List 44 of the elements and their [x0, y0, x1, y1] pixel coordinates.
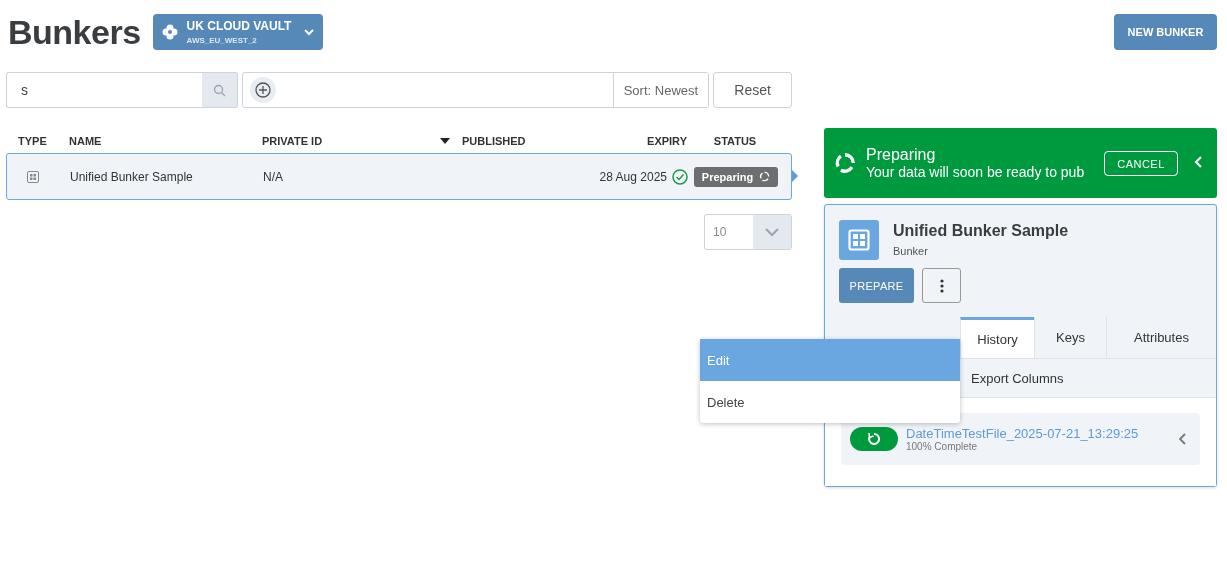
sort-button[interactable]: Sort: Newest [612, 73, 709, 107]
column-header[interactable]: PUBLISHED [462, 134, 526, 147]
chevron-left-icon [1179, 433, 1186, 445]
progress-text: 100% Complete [906, 441, 979, 452]
grid-icon [27, 170, 39, 183]
page-title: Bunkers [8, 12, 141, 52]
refresh-icon [867, 432, 881, 446]
banner-title: Preparing [866, 146, 937, 164]
column-header[interactable]: NAME [69, 134, 102, 147]
more-button[interactable] [922, 268, 961, 303]
spinner-icon [759, 171, 771, 182]
plus-icon [255, 82, 271, 98]
table-cell: Unified Bunker Sample [70, 169, 193, 184]
banner-message: Your data will soon be ready to pub [866, 164, 1085, 180]
history-item[interactable]: DateTimeTestFile_2025-07-21_13:29:25 100% Complete [841, 413, 1200, 465]
tab[interactable]: Attributes [1106, 317, 1216, 358]
vault-icon [160, 24, 179, 40]
table-cell: N/A [263, 169, 283, 184]
collapse-button[interactable] [1192, 154, 1205, 170]
bunker-name: Unified Bunker Sample [893, 222, 1069, 240]
column-header[interactable]: TYPE [18, 134, 47, 147]
status-badge: Preparing [693, 166, 779, 187]
bunker-type: Bunker [893, 245, 929, 257]
column-header[interactable]: EXPIRY [647, 134, 687, 147]
vault-selector[interactable]: UK CLOUD VAULT AWS_EU_WEST_2 [152, 14, 323, 50]
table-cell: 28 Aug 2025 [599, 169, 667, 184]
chevron-down-icon [302, 27, 315, 37]
spinner-icon [834, 152, 856, 174]
reset-button[interactable]: Reset [713, 72, 792, 108]
page-size-select[interactable]: 10 [704, 214, 792, 250]
grid-icon [848, 229, 870, 251]
subtab[interactable]: Export Columns [961, 359, 1074, 397]
add-filter-button[interactable] [250, 77, 276, 103]
chevron-down-icon [765, 227, 779, 237]
more-icon [939, 278, 944, 293]
column-header[interactable]: PRIVATE ID [262, 134, 323, 147]
cancel-button[interactable]: CANCEL [1104, 151, 1178, 176]
column-header[interactable]: STATUS [713, 134, 757, 147]
row-pointer-icon [792, 170, 798, 182]
filter-field[interactable]: Sort: Newest [242, 72, 710, 108]
tab[interactable]: History [960, 317, 1034, 358]
prepare-button[interactable]: PREPARE [839, 268, 914, 303]
new-bunker-button[interactable]: NEW BUNKER [1114, 14, 1217, 50]
chevron-left-icon [1194, 156, 1203, 168]
